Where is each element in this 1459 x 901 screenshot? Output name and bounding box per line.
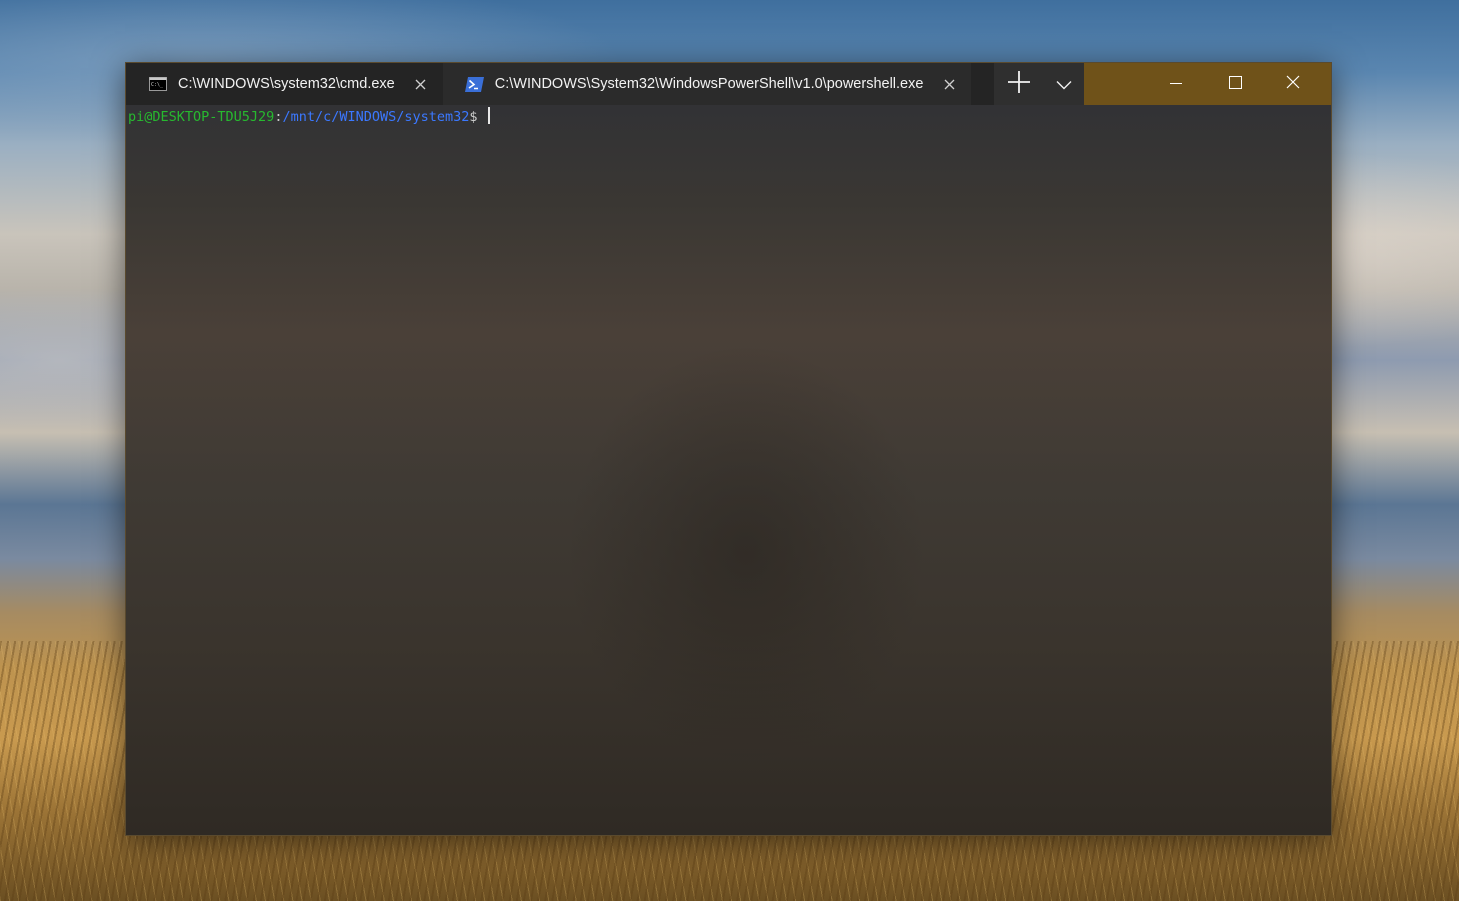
powershell-icon: [465, 76, 485, 92]
tab-powershell[interactable]: C:\WINDOWS\System32\WindowsPowerShell\v1…: [442, 63, 972, 105]
svg-text:C:\_: C:\_: [151, 82, 164, 88]
cmd-icon: C:\_: [148, 76, 168, 92]
close-icon: [1286, 74, 1300, 93]
maximize-button[interactable]: [1206, 63, 1264, 103]
prompt-user-host: pi@DESKTOP-TDU5J29: [128, 109, 275, 125]
tab-strip: C:\_ C:\WINDOWS\system32\cmd.exe C:\WIND…: [126, 63, 994, 105]
terminal-window: C:\_ C:\WINDOWS\system32\cmd.exe C:\WIND…: [125, 62, 1332, 836]
tab-title: C:\WINDOWS\System32\WindowsPowerShell\v1…: [494, 76, 924, 92]
minimize-icon: [1170, 74, 1182, 93]
terminal-output[interactable]: pi@DESKTOP-TDU5J29:/mnt/c/WINDOWS/system…: [126, 105, 1331, 835]
prompt-path: /mnt/c/WINDOWS/system32: [282, 109, 470, 125]
tab-close-icon[interactable]: [411, 74, 431, 94]
tab-close-icon[interactable]: [939, 74, 959, 94]
tab-cmd[interactable]: C:\_ C:\WINDOWS\system32\cmd.exe: [126, 63, 443, 105]
title-bar[interactable]: C:\_ C:\WINDOWS\system32\cmd.exe C:\WIND…: [126, 63, 1331, 105]
maximize-icon: [1228, 74, 1242, 93]
plus-icon: [1007, 70, 1031, 98]
tab-linux[interactable]: [971, 63, 994, 105]
minimize-button[interactable]: [1147, 63, 1205, 103]
prompt-symbol: $: [469, 109, 486, 125]
tab-title: C:\WINDOWS\system32\cmd.exe: [178, 76, 395, 92]
chevron-down-icon: [1056, 75, 1072, 94]
close-window-button[interactable]: [1264, 63, 1322, 103]
text-cursor: [487, 107, 490, 124]
new-tab-button[interactable]: [994, 63, 1044, 105]
profile-dropdown-button[interactable]: [1044, 63, 1084, 105]
